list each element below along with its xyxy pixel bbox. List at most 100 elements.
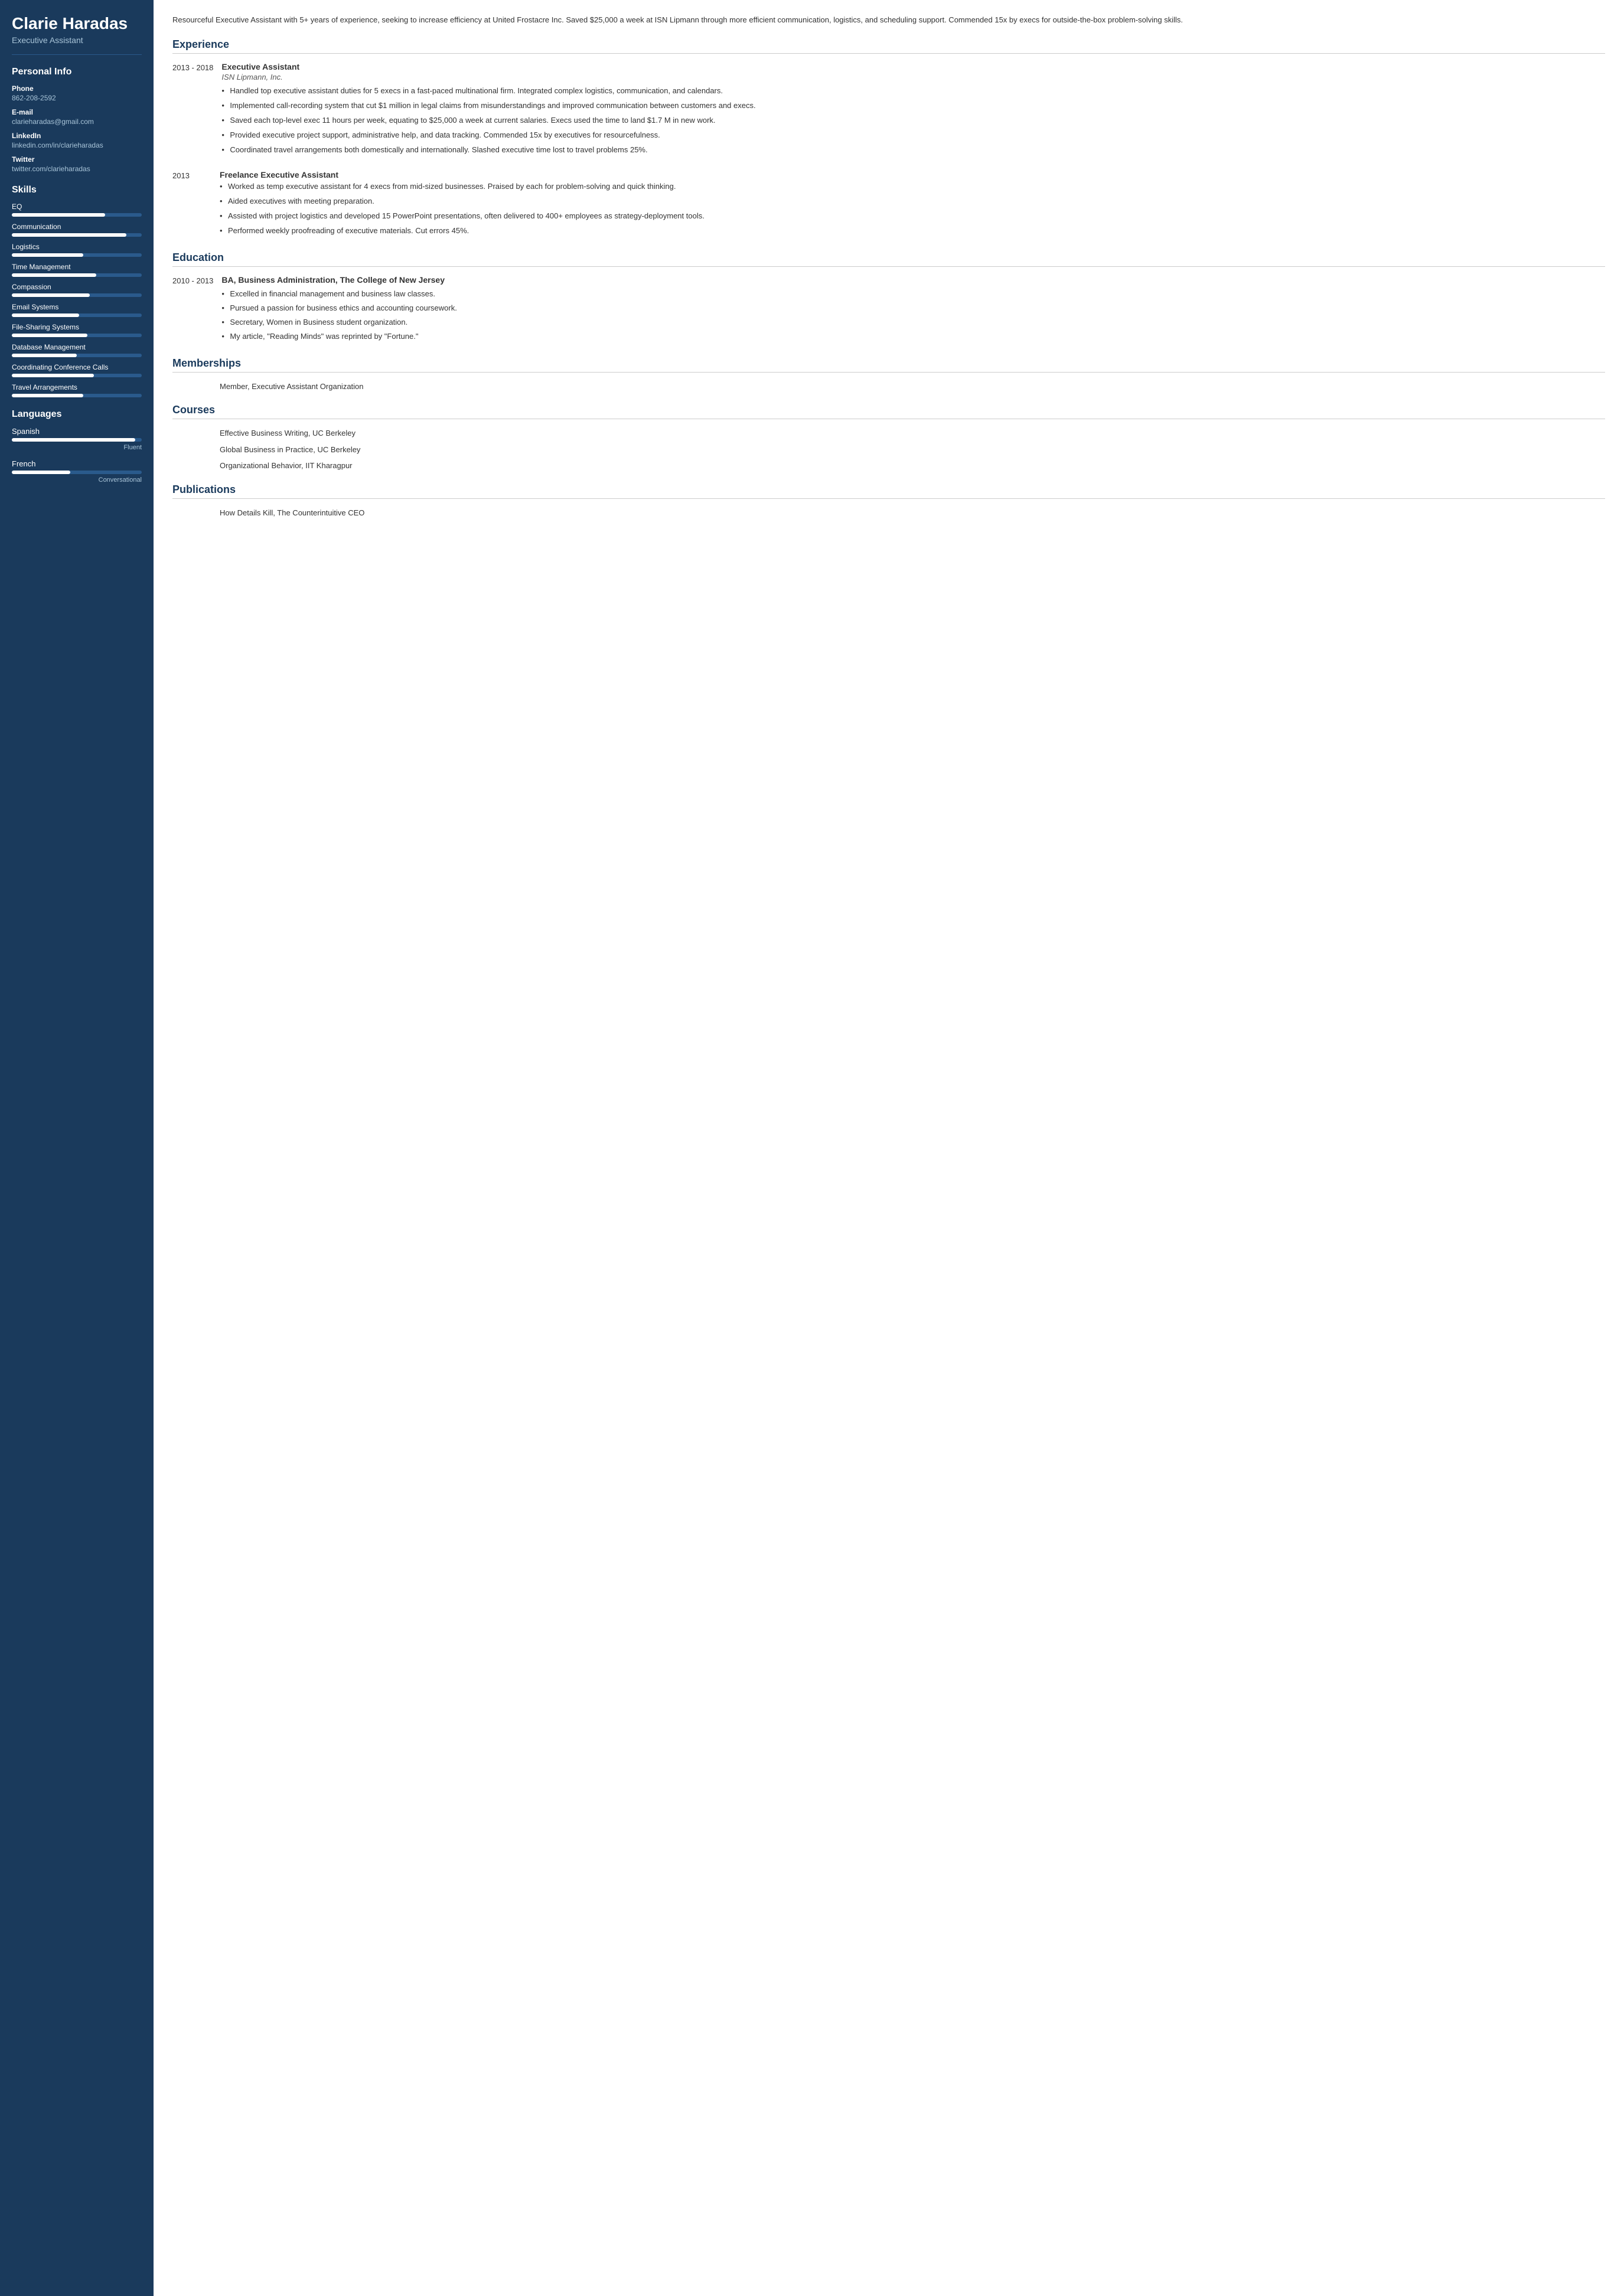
language-name: Spanish — [12, 427, 142, 436]
edu-content: BA, Business Administration, The College… — [221, 275, 1605, 345]
memberships-list: Member, Executive Assistant Organization — [172, 381, 1605, 393]
exp-content: Executive Assistant ISN Lipmann, Inc. Ha… — [221, 62, 1605, 159]
skill-bar-fill — [12, 213, 105, 217]
skill-bar-fill — [12, 233, 126, 237]
membership-item: Member, Executive Assistant Organization — [172, 381, 1605, 393]
twitter-label: Twitter — [12, 155, 142, 164]
skill-bar-fill — [12, 313, 79, 317]
skill-name: Logistics — [12, 243, 142, 251]
skill-item: Communication — [12, 223, 142, 237]
skill-bar-bg — [12, 374, 142, 377]
exp-company: ISN Lipmann, Inc. — [221, 73, 1605, 81]
course-item: Effective Business Writing, UC Berkeley — [172, 427, 1605, 439]
personal-info-heading: Personal Info — [12, 67, 142, 77]
bullet-item: Pursued a passion for business ethics an… — [221, 302, 1605, 314]
skill-bar-bg — [12, 394, 142, 397]
skill-item: Logistics — [12, 243, 142, 257]
bullet-item: Performed weekly proofreading of executi… — [220, 225, 1605, 237]
skill-bar-fill — [12, 293, 90, 297]
edu-date: 2010 - 2013 — [172, 275, 221, 345]
bullet-item: Provided executive project support, admi… — [221, 129, 1605, 141]
skill-name: Coordinating Conference Calls — [12, 363, 142, 371]
skill-bar-fill — [12, 394, 83, 397]
exp-bullets: Worked as temp executive assistant for 4… — [220, 181, 1605, 237]
exp-bullets: Handled top executive assistant duties f… — [221, 85, 1605, 156]
publications-heading: Publications — [172, 484, 1605, 499]
skill-bar-bg — [12, 354, 142, 357]
skill-bar-fill — [12, 334, 87, 337]
language-bar-bg — [12, 471, 142, 474]
membership-text: Member, Executive Assistant Organization — [220, 381, 364, 393]
skill-bar-bg — [12, 313, 142, 317]
skill-item: File-Sharing Systems — [12, 323, 142, 337]
summary-text: Resourceful Executive Assistant with 5+ … — [172, 14, 1605, 27]
skill-name: Communication — [12, 223, 142, 231]
bullet-item: Excelled in financial management and bus… — [221, 288, 1605, 300]
publications-list: How Details Kill, The Counterintuitive C… — [172, 507, 1605, 519]
skill-bar-bg — [12, 213, 142, 217]
phone-label: Phone — [12, 84, 142, 93]
courses-heading: Courses — [172, 404, 1605, 419]
twitter-value: twitter.com/clarieharadas — [12, 165, 142, 173]
candidate-name: Clarie Haradas — [12, 14, 142, 33]
languages-list: Spanish Fluent French Conversational — [12, 427, 142, 484]
email-value: clarieharadas@gmail.com — [12, 117, 142, 126]
skill-bar-bg — [12, 273, 142, 277]
bullet-item: Implemented call-recording system that c… — [221, 100, 1605, 112]
bullet-item: Handled top executive assistant duties f… — [221, 85, 1605, 97]
exp-date: 2013 - 2018 — [172, 62, 221, 159]
skill-bar-bg — [12, 233, 142, 237]
exp-job-title: Freelance Executive Assistant — [220, 170, 1605, 179]
bullet-item: My article, "Reading Minds" was reprinte… — [221, 331, 1605, 342]
skill-name: Email Systems — [12, 303, 142, 311]
course-item: Organizational Behavior, IIT Kharagpur — [172, 460, 1605, 472]
email-label: E-mail — [12, 108, 142, 116]
language-bar-bg — [12, 438, 142, 442]
skill-name: Database Management — [12, 343, 142, 351]
courses-list: Effective Business Writing, UC Berkeley … — [172, 427, 1605, 472]
education-heading: Education — [172, 252, 1605, 267]
skill-name: File-Sharing Systems — [12, 323, 142, 331]
bullet-item: Saved each top-level exec 11 hours per w… — [221, 115, 1605, 126]
bullet-item: Aided executives with meeting preparatio… — [220, 195, 1605, 207]
edu-degree: BA, Business Administration, The College… — [221, 275, 1605, 285]
bullet-item: Secretary, Women in Business student org… — [221, 316, 1605, 328]
sidebar: Clarie Haradas Executive Assistant Perso… — [0, 0, 154, 2296]
experience-item: 2013 - 2018 Executive Assistant ISN Lipm… — [172, 62, 1605, 159]
exp-date: 2013 — [172, 170, 220, 240]
skill-bar-fill — [12, 354, 77, 357]
education-list: 2010 - 2013 BA, Business Administration,… — [172, 275, 1605, 345]
experience-list: 2013 - 2018 Executive Assistant ISN Lipm… — [172, 62, 1605, 240]
skill-bar-fill — [12, 253, 83, 257]
course-text: Global Business in Practice, UC Berkeley — [220, 444, 360, 456]
language-item: Spanish Fluent — [12, 427, 142, 451]
experience-heading: Experience — [172, 38, 1605, 54]
pub-text: How Details Kill, The Counterintuitive C… — [220, 507, 364, 519]
language-item: French Conversational — [12, 459, 142, 484]
skill-bar-fill — [12, 273, 96, 277]
bullet-item: Coordinated travel arrangements both dom… — [221, 144, 1605, 156]
publication-item: How Details Kill, The Counterintuitive C… — [172, 507, 1605, 519]
bullet-item: Worked as temp executive assistant for 4… — [220, 181, 1605, 192]
candidate-title: Executive Assistant — [12, 35, 142, 55]
experience-item: 2013 Freelance Executive Assistant Worke… — [172, 170, 1605, 240]
linkedin-label: LinkedIn — [12, 132, 142, 140]
skill-name: Travel Arrangements — [12, 383, 142, 391]
language-level: Conversational — [12, 476, 142, 484]
course-text: Effective Business Writing, UC Berkeley — [220, 427, 356, 439]
skill-item: Time Management — [12, 263, 142, 277]
linkedin-value: linkedin.com/in/clarieharadas — [12, 141, 142, 149]
skills-list: EQ Communication Logistics Time Manageme… — [12, 203, 142, 397]
skills-heading: Skills — [12, 185, 142, 195]
languages-heading: Languages — [12, 409, 142, 420]
phone-value: 862-208-2592 — [12, 94, 142, 102]
skill-name: Compassion — [12, 283, 142, 291]
edu-bullets: Excelled in financial management and bus… — [221, 288, 1605, 343]
language-bar-fill — [12, 471, 70, 474]
skill-name: Time Management — [12, 263, 142, 271]
skill-item: Email Systems — [12, 303, 142, 317]
skill-item: Database Management — [12, 343, 142, 357]
skill-name: EQ — [12, 203, 142, 211]
skill-item: Coordinating Conference Calls — [12, 363, 142, 377]
exp-job-title: Executive Assistant — [221, 62, 1605, 71]
